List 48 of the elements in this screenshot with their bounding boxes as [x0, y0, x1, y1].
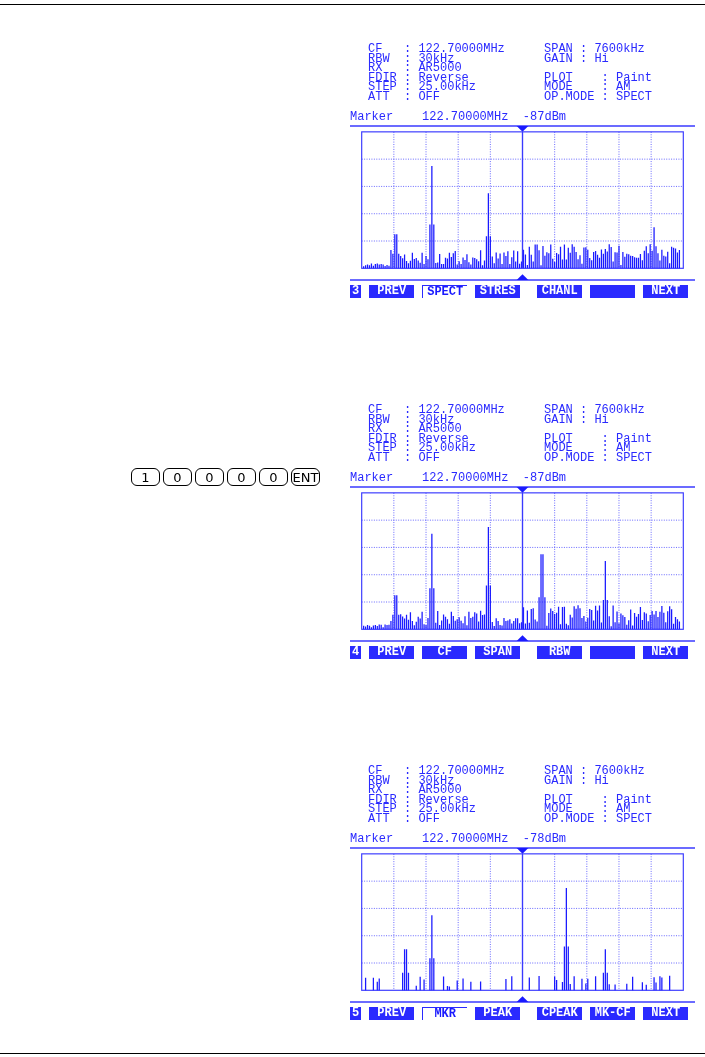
softkey-button[interactable]: PEAK [475, 1007, 521, 1020]
marker-readout: Marker 122.70000MHz -87dBm [350, 111, 568, 124]
softkey-button[interactable]: PREV [369, 285, 415, 298]
parameter-text: FDIR : Reverse [368, 73, 469, 83]
parameter-text: ATT : OFF [368, 814, 440, 824]
parameter-text: PLOT : Paint [544, 434, 654, 444]
keypad-key: ENT [291, 468, 320, 486]
parameter-text: PLOT : Paint [544, 795, 654, 805]
keypad-key: 1 [131, 468, 160, 486]
softkey-button[interactable]: PREV [369, 646, 415, 659]
softkey-button[interactable] [590, 646, 636, 659]
triangle-icon [516, 274, 529, 280]
softkey-button[interactable]: CPEAK [537, 1007, 583, 1020]
triangle-icon [516, 848, 529, 854]
marker-readout: Marker 122.70000MHz -87dBm [350, 472, 568, 485]
marker-readout: Marker 122.70000MHz -78dBm [350, 833, 568, 846]
triangle-icon [516, 996, 529, 1002]
keypad-key: 0 [195, 468, 224, 486]
softkey-button[interactable]: SPECT [422, 285, 468, 298]
parameter-text: FDIR : Reverse [368, 434, 469, 444]
softkey-button[interactable]: MKR [422, 1007, 468, 1020]
parameter-text: ATT : OFF [368, 92, 440, 102]
triangle-icon [516, 635, 529, 641]
softkey-button[interactable]: RBW [537, 646, 583, 659]
triangle-icon [516, 126, 529, 132]
softkey-button[interactable]: MK-CF [590, 1007, 636, 1020]
softkey-button[interactable]: CF [422, 646, 468, 659]
page-number: 5 [350, 1007, 362, 1020]
softkey-button[interactable]: NEXT [643, 1007, 689, 1020]
parameter-text: PLOT : Paint [544, 73, 654, 83]
softkey-button[interactable]: PREV [369, 1007, 415, 1020]
parameter-text: FDIR : Reverse [368, 795, 469, 805]
parameter-text: OP.MODE : SPECT [544, 92, 654, 102]
softkey-button[interactable]: STRES [475, 285, 521, 298]
page-number: 3 [350, 285, 362, 298]
keypad-key: 0 [227, 468, 256, 486]
parameter-text: OP.MODE : SPECT [544, 453, 654, 463]
keypad-key: 0 [259, 468, 288, 486]
keypad-key: 0 [163, 468, 192, 486]
parameter-text: OP.MODE : SPECT [544, 814, 654, 824]
triangle-icon [516, 487, 529, 493]
softkey-button[interactable]: SPAN [475, 646, 521, 659]
softkey-button[interactable] [590, 285, 636, 298]
softkey-button[interactable]: NEXT [643, 646, 689, 659]
softkey-button[interactable]: NEXT [643, 285, 689, 298]
softkey-button[interactable]: CHANL [537, 285, 583, 298]
page-number: 4 [350, 646, 362, 659]
parameter-text: ATT : OFF [368, 453, 440, 463]
